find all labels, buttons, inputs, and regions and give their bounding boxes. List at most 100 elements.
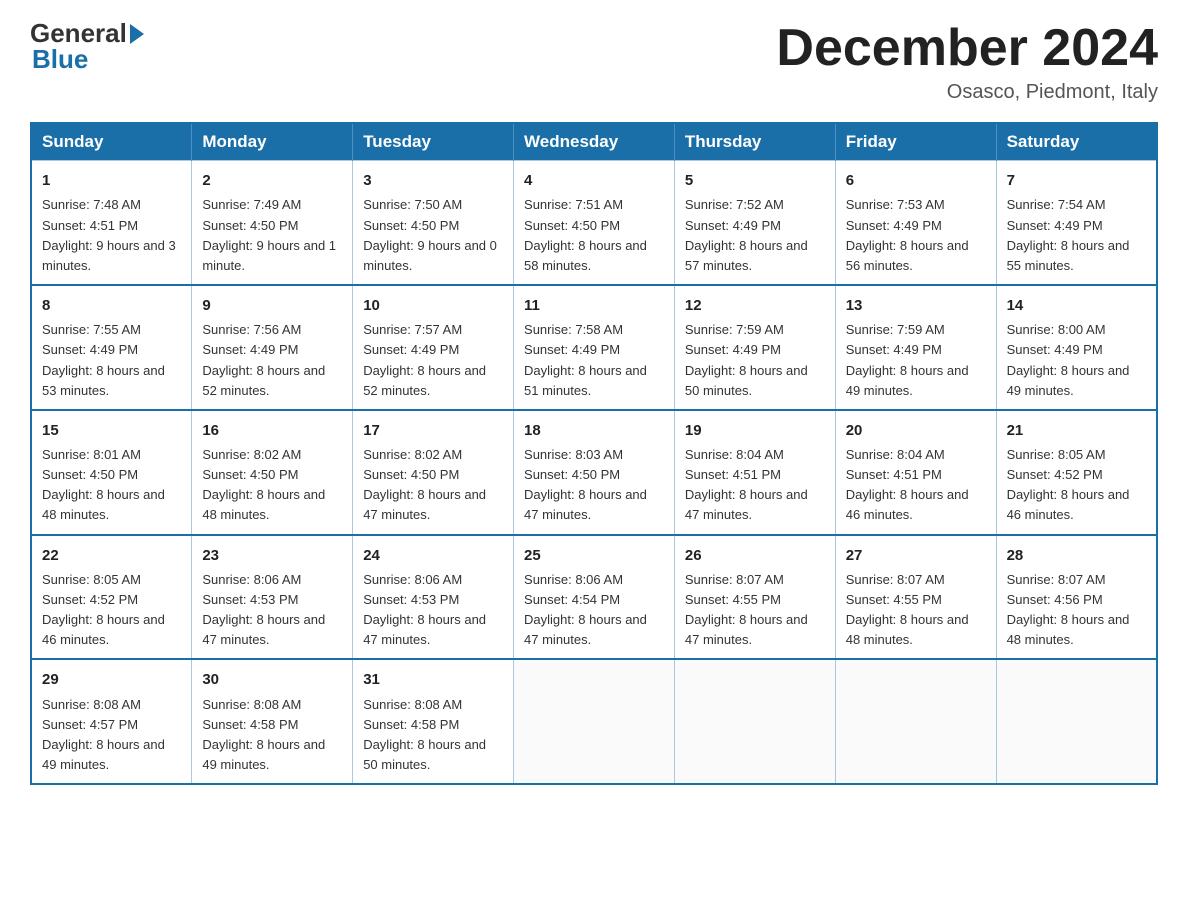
weekday-header-sunday: Sunday: [31, 123, 192, 161]
day-number: 6: [846, 169, 986, 192]
day-info: Sunrise: 7:48 AMSunset: 4:51 PMDaylight:…: [42, 195, 181, 276]
day-number: 28: [1007, 544, 1146, 567]
calendar-cell: [996, 659, 1157, 784]
calendar-cell: 27 Sunrise: 8:07 AMSunset: 4:55 PMDayligh…: [835, 535, 996, 660]
calendar-cell: 2 Sunrise: 7:49 AMSunset: 4:50 PMDaylight…: [192, 161, 353, 285]
calendar-cell: 26Sunrise: 8:07 AMSunset: 4:55 PMDayligh…: [674, 535, 835, 660]
day-number: 14: [1007, 294, 1146, 317]
day-number: 11: [524, 294, 664, 317]
day-info: Sunrise: 8:05 AMSunset: 4:52 PMDaylight:…: [42, 570, 181, 651]
day-info: Sunrise: 7:59 AMSunset: 4:49 PMDaylight:…: [685, 320, 825, 401]
day-number: 4: [524, 169, 664, 192]
day-number: 16: [202, 419, 342, 442]
weekday-header-tuesday: Tuesday: [353, 123, 514, 161]
day-info: Sunrise: 8:00 AMSunset: 4:49 PMDaylight:…: [1007, 320, 1146, 401]
weekday-header-wednesday: Wednesday: [514, 123, 675, 161]
calendar-cell: 22 Sunrise: 8:05 AMSunset: 4:52 PMDayligh…: [31, 535, 192, 660]
day-number: 30: [202, 668, 342, 691]
day-number: 19: [685, 419, 825, 442]
weekday-header-row: SundayMondayTuesdayWednesdayThursdayFrid…: [31, 123, 1157, 161]
calendar-cell: [514, 659, 675, 784]
calendar-cell: 20 Sunrise: 8:04 AMSunset: 4:51 PMDayligh…: [835, 410, 996, 535]
logo-arrow-icon: [130, 24, 144, 44]
day-info: Sunrise: 8:07 AMSunset: 4:55 PMDaylight:…: [685, 570, 825, 651]
weekday-header-thursday: Thursday: [674, 123, 835, 161]
calendar-cell: 19 Sunrise: 8:04 AMSunset: 4:51 PMDayligh…: [674, 410, 835, 535]
day-number: 3: [363, 169, 503, 192]
logo-blue-text: Blue: [30, 44, 88, 75]
weekday-header-monday: Monday: [192, 123, 353, 161]
day-info: Sunrise: 7:59 AMSunset: 4:49 PMDaylight:…: [846, 320, 986, 401]
calendar-cell: 9 Sunrise: 7:56 AMSunset: 4:49 PMDaylight…: [192, 285, 353, 410]
day-info: Sunrise: 7:52 AMSunset: 4:49 PMDaylight:…: [685, 195, 825, 276]
calendar-cell: 29 Sunrise: 8:08 AMSunset: 4:57 PMDayligh…: [31, 659, 192, 784]
page-header: General Blue December 2024 Osasco, Piedm…: [30, 20, 1158, 104]
calendar-cell: 13 Sunrise: 7:59 AMSunset: 4:49 PMDayligh…: [835, 285, 996, 410]
day-number: 15: [42, 419, 181, 442]
calendar-cell: 1Sunrise: 7:48 AMSunset: 4:51 PMDaylight…: [31, 161, 192, 285]
month-title: December 2024: [776, 20, 1158, 77]
day-info: Sunrise: 8:07 AMSunset: 4:56 PMDaylight:…: [1007, 570, 1146, 651]
day-number: 29: [42, 668, 181, 691]
day-info: Sunrise: 8:03 AMSunset: 4:50 PMDaylight:…: [524, 445, 664, 526]
day-info: Sunrise: 8:08 AMSunset: 4:58 PMDaylight:…: [363, 695, 503, 776]
day-info: Sunrise: 8:02 AMSunset: 4:50 PMDaylight:…: [202, 445, 342, 526]
calendar-cell: 28 Sunrise: 8:07 AMSunset: 4:56 PMDayligh…: [996, 535, 1157, 660]
day-number: 21: [1007, 419, 1146, 442]
day-number: 13: [846, 294, 986, 317]
day-number: 27: [846, 544, 986, 567]
logo-general-text: General: [30, 20, 127, 46]
day-info: Sunrise: 7:56 AMSunset: 4:49 PMDaylight:…: [202, 320, 342, 401]
calendar-cell: 18 Sunrise: 8:03 AMSunset: 4:50 PMDayligh…: [514, 410, 675, 535]
title-block: December 2024 Osasco, Piedmont, Italy: [776, 20, 1158, 104]
day-info: Sunrise: 8:05 AMSunset: 4:52 PMDaylight:…: [1007, 445, 1146, 526]
location-text: Osasco, Piedmont, Italy: [776, 81, 1158, 104]
day-info: Sunrise: 8:02 AMSunset: 4:50 PMDaylight:…: [363, 445, 503, 526]
calendar-cell: 6Sunrise: 7:53 AMSunset: 4:49 PMDaylight…: [835, 161, 996, 285]
logo: General Blue: [30, 20, 144, 75]
day-info: Sunrise: 8:04 AMSunset: 4:51 PMDaylight:…: [846, 445, 986, 526]
day-number: 17: [363, 419, 503, 442]
calendar-week-5: 29 Sunrise: 8:08 AMSunset: 4:57 PMDayligh…: [31, 659, 1157, 784]
calendar-cell: 24 Sunrise: 8:06 AMSunset: 4:53 PMDayligh…: [353, 535, 514, 660]
calendar-cell: 4 Sunrise: 7:51 AMSunset: 4:50 PMDaylight…: [514, 161, 675, 285]
calendar-cell: 23Sunrise: 8:06 AMSunset: 4:53 PMDayligh…: [192, 535, 353, 660]
day-info: Sunrise: 7:51 AMSunset: 4:50 PMDaylight:…: [524, 195, 664, 276]
day-info: Sunrise: 8:06 AMSunset: 4:54 PMDaylight:…: [524, 570, 664, 651]
day-info: Sunrise: 8:04 AMSunset: 4:51 PMDaylight:…: [685, 445, 825, 526]
calendar-cell: 16 Sunrise: 8:02 AMSunset: 4:50 PMDayligh…: [192, 410, 353, 535]
day-info: Sunrise: 7:49 AMSunset: 4:50 PMDaylight:…: [202, 195, 342, 276]
day-info: Sunrise: 8:07 AMSunset: 4:55 PMDaylight:…: [846, 570, 986, 651]
calendar-cell: 25 Sunrise: 8:06 AMSunset: 4:54 PMDayligh…: [514, 535, 675, 660]
day-number: 2: [202, 169, 342, 192]
day-number: 25: [524, 544, 664, 567]
day-number: 7: [1007, 169, 1146, 192]
calendar-cell: 15 Sunrise: 8:01 AMSunset: 4:50 PMDayligh…: [31, 410, 192, 535]
day-info: Sunrise: 7:50 AMSunset: 4:50 PMDaylight:…: [363, 195, 503, 276]
calendar-week-4: 22 Sunrise: 8:05 AMSunset: 4:52 PMDayligh…: [31, 535, 1157, 660]
day-info: Sunrise: 8:01 AMSunset: 4:50 PMDaylight:…: [42, 445, 181, 526]
calendar-cell: 10Sunrise: 7:57 AMSunset: 4:49 PMDayligh…: [353, 285, 514, 410]
calendar-week-2: 8Sunrise: 7:55 AMSunset: 4:49 PMDaylight…: [31, 285, 1157, 410]
day-info: Sunrise: 7:54 AMSunset: 4:49 PMDaylight:…: [1007, 195, 1146, 276]
day-number: 23: [202, 544, 342, 567]
calendar-cell: 31Sunrise: 8:08 AMSunset: 4:58 PMDayligh…: [353, 659, 514, 784]
calendar-cell: 7 Sunrise: 7:54 AMSunset: 4:49 PMDaylight…: [996, 161, 1157, 285]
calendar-cell: 21 Sunrise: 8:05 AMSunset: 4:52 PMDayligh…: [996, 410, 1157, 535]
calendar-table: SundayMondayTuesdayWednesdayThursdayFrid…: [30, 122, 1158, 785]
day-number: 20: [846, 419, 986, 442]
day-number: 22: [42, 544, 181, 567]
calendar-cell: 17 Sunrise: 8:02 AMSunset: 4:50 PMDayligh…: [353, 410, 514, 535]
calendar-cell: 5 Sunrise: 7:52 AMSunset: 4:49 PMDaylight…: [674, 161, 835, 285]
day-info: Sunrise: 8:08 AMSunset: 4:57 PMDaylight:…: [42, 695, 181, 776]
day-number: 9: [202, 294, 342, 317]
day-number: 10: [363, 294, 503, 317]
day-info: Sunrise: 8:06 AMSunset: 4:53 PMDaylight:…: [363, 570, 503, 651]
day-number: 12: [685, 294, 825, 317]
calendar-cell: 14 Sunrise: 8:00 AMSunset: 4:49 PMDayligh…: [996, 285, 1157, 410]
day-info: Sunrise: 8:08 AMSunset: 4:58 PMDaylight:…: [202, 695, 342, 776]
day-number: 24: [363, 544, 503, 567]
calendar-cell: 11Sunrise: 7:58 AMSunset: 4:49 PMDayligh…: [514, 285, 675, 410]
day-number: 5: [685, 169, 825, 192]
day-number: 18: [524, 419, 664, 442]
